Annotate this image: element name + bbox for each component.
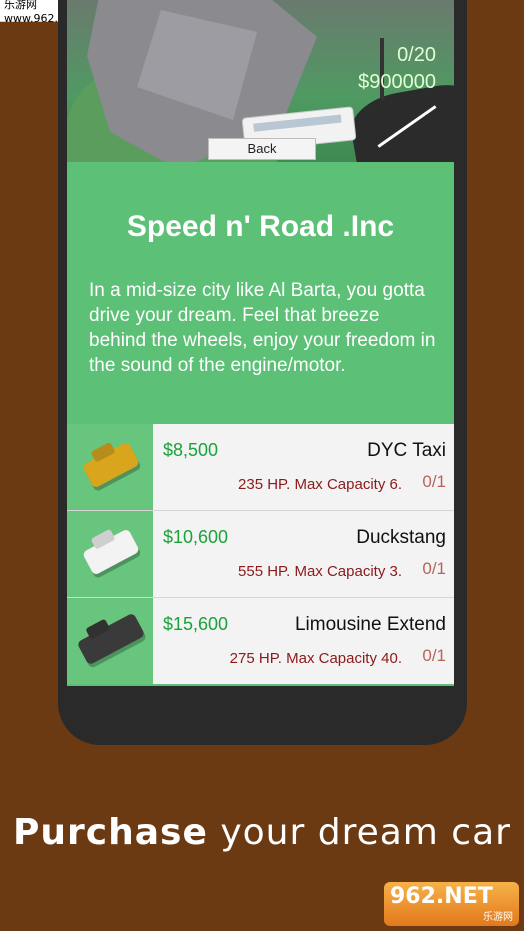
watermark-logo: 962.NET [390,884,493,909]
car-price: $15,600 [163,614,229,634]
car-spec: 235 HP. Max Capacity 6. [238,476,402,493]
hud: 0/20 $900000 [358,42,436,96]
back-button[interactable]: Back [208,138,316,160]
car-price: $10,600 [163,527,229,547]
promo-caption: Purchase your dream car [0,812,524,853]
car-thumbnail [67,511,153,597]
car-owned-count: 0/1 [422,646,446,665]
progress-counter: 0/20 [397,44,436,66]
car-name: Duckstang [356,527,446,548]
car-name: DYC Taxi [367,440,446,461]
car-price: $8,500 [163,440,219,460]
car-thumbnail [67,598,153,684]
company-title: Speed n' Road .Inc [126,210,395,243]
caption-bold: Purchase [13,812,208,853]
car-row-duckstang[interactable]: $10,600 Duckstang 555 HP. Max Capacity 3… [67,511,454,598]
company-description: In a mid-size city like Al Barta, you go… [89,280,436,376]
car-owned-count: 0/1 [422,472,446,491]
limousine-car-icon [76,612,146,666]
company-info: Speed n' Road .Inc In a mid-size city li… [67,162,454,424]
car-row-limousine-extend[interactable]: $15,600 Limousine Extend 275 HP. Max Cap… [67,598,454,684]
watermark-sub: 乐游网 [483,912,513,923]
city-scene: 0/20 $900000 Back [67,0,454,162]
car-owned-count: 0/1 [422,559,446,578]
sports-car-icon [81,528,141,576]
car-spec: 275 HP. Max Capacity 40. [229,650,402,667]
taxi-car-icon [81,441,141,489]
game-screen: 0/20 $900000 Back Speed n' Road .Inc In … [67,0,454,686]
watermark-bottom: 962.NET 乐游网 [384,882,519,926]
car-thumbnail [67,424,153,510]
car-row-dyc-taxi[interactable]: $8,500 DYC Taxi 235 HP. Max Capacity 6. … [67,424,454,511]
car-name: Limousine Extend [294,614,446,635]
car-spec: 555 HP. Max Capacity 3. [238,563,402,580]
caption-rest: your dream car [207,812,511,853]
money-counter: $900000 [358,71,436,93]
